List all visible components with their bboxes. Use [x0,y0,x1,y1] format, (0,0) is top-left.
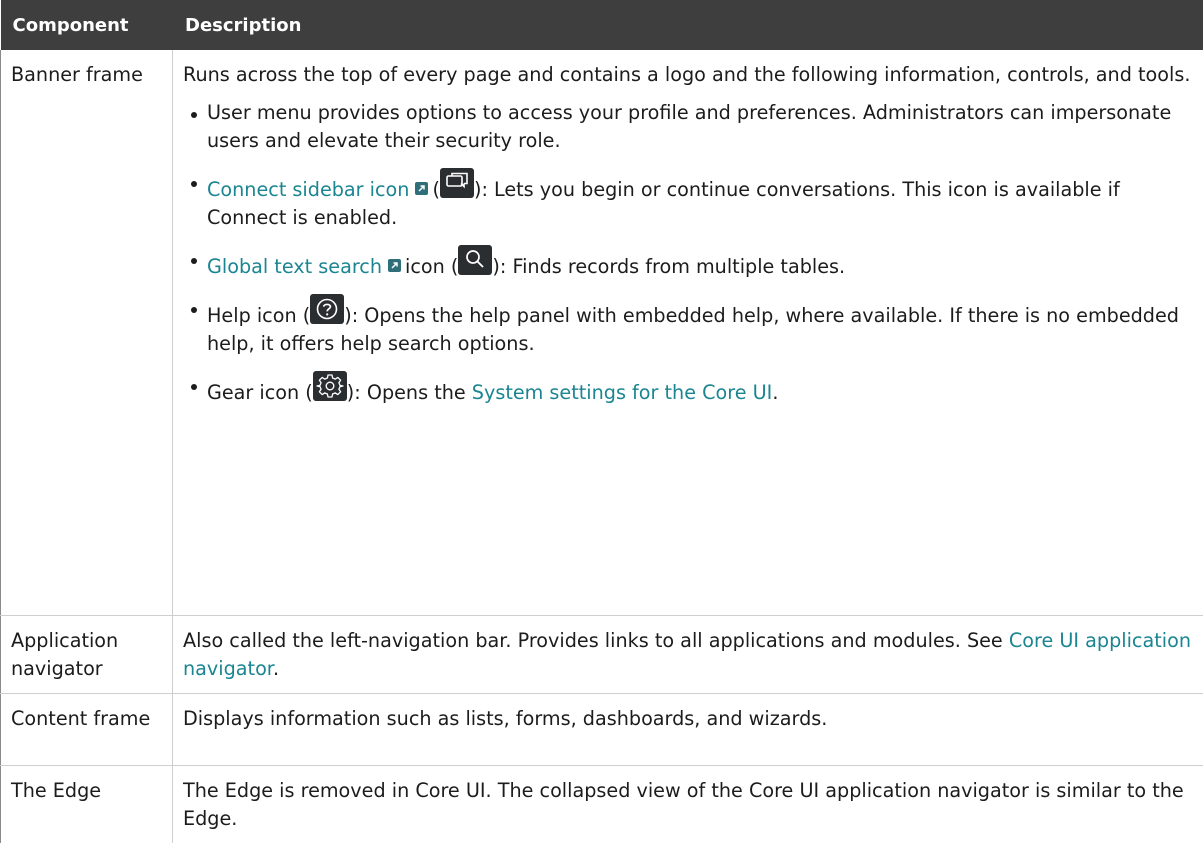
app-nav-text: Also called the left-navigation bar. Pro… [183,629,1009,652]
external-link-icon [415,182,428,195]
gear-icon-label: Gear icon ( [207,381,313,404]
search-desc: ): Finds records from multiple tables. [492,255,845,278]
app-nav-end: . [273,657,279,680]
description-cell: Displays information such as lists, form… [173,693,1203,765]
user-menu-text: User menu provides options to access you… [207,101,1171,152]
table-header-row: Component Description [1,0,1203,50]
help-desc: ): Opens the help panel with embedded he… [207,304,1179,355]
description-cell: Also called the left-navigation bar. Pro… [173,615,1203,693]
component-cell: Banner frame [1,50,173,615]
list-item: User menu provides options to access you… [189,99,1193,155]
components-table: Component Description Banner frame Runs … [0,0,1203,843]
table-row: Banner frame Runs across the top of ever… [1,50,1203,615]
system-settings-link[interactable]: System settings for the Core UI [472,381,773,404]
list-item: Connect sidebar icon(): Lets you begin o… [189,168,1193,232]
component-cell: Application navigator [1,615,173,693]
help-icon [310,294,344,324]
external-link-icon [388,259,401,272]
gear-end: . [772,381,778,404]
header-description: Description [173,0,1203,50]
description-cell: The Edge is removed in Core UI. The coll… [173,765,1203,843]
header-component: Component [1,0,173,50]
gear-icon [313,371,347,401]
component-cell: Content frame [1,693,173,765]
description-cell: Runs across the top of every page and co… [173,50,1203,615]
search-icon [458,245,492,275]
list-item: Gear icon ( ): Opens the System settings … [189,371,1193,407]
global-text-search-link[interactable]: Global text search [207,255,382,278]
help-icon-label: Help icon ( [207,304,310,327]
banner-bullet-list: User menu provides options to access you… [183,99,1193,407]
list-item: Global text search icon ( ): Finds records… [189,245,1193,281]
component-cell: The Edge [1,765,173,843]
search-icon-label: icon ( [405,255,458,278]
gear-desc: ): Opens the [347,381,472,404]
table-row: Application navigator Also called the le… [1,615,1203,693]
banner-intro: Runs across the top of every page and co… [183,61,1193,89]
list-item: Help icon (): Opens the help panel with … [189,294,1193,358]
table-row: The Edge The Edge is removed in Core UI.… [1,765,1203,843]
chat-icon [440,168,474,198]
connect-sidebar-link[interactable]: Connect sidebar icon [207,178,409,201]
table-row: Content frame Displays information such … [1,693,1203,765]
connect-paren-open: ( [432,178,440,201]
